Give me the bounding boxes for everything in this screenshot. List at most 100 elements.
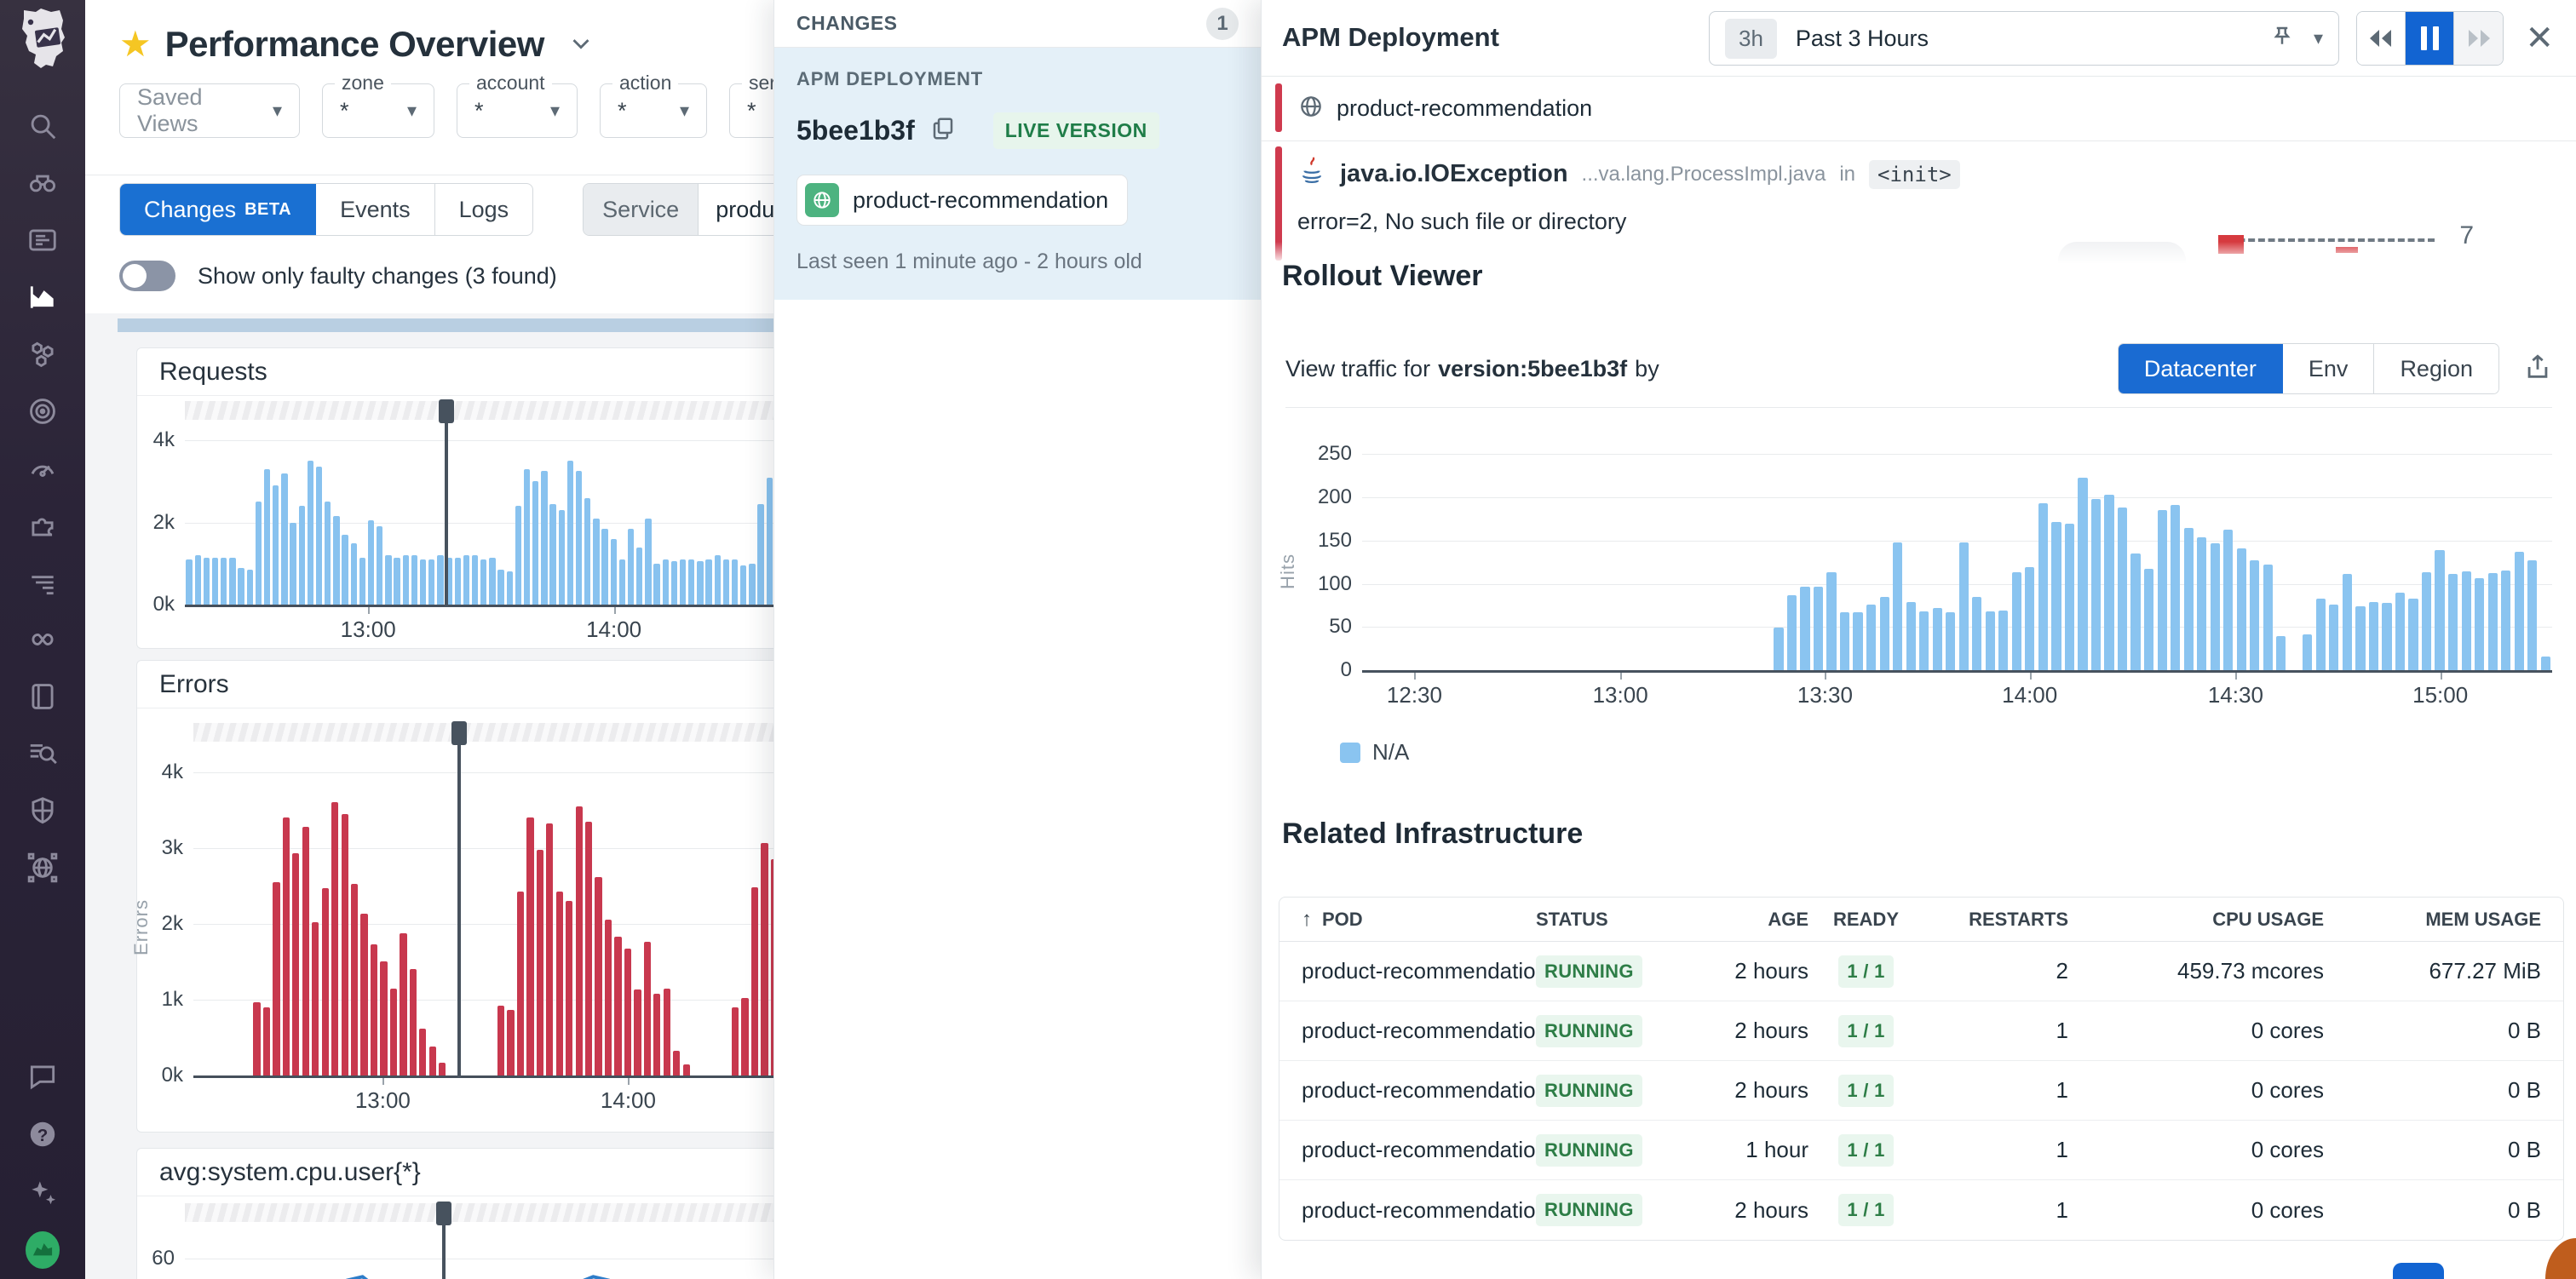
tab-events[interactable]: Events	[316, 184, 435, 235]
version-hash: 5bee1b3f	[796, 115, 915, 146]
chevron-down-icon: ▾	[273, 100, 282, 122]
svg-text:?: ?	[37, 1126, 49, 1145]
datadog-logo[interactable]	[14, 7, 72, 72]
event-marker-handle[interactable]	[439, 399, 454, 423]
pin-icon[interactable]	[2269, 24, 2295, 54]
time-range-picker[interactable]: 3h Past 3 Hours ▾	[1709, 11, 2339, 66]
app-sidebar: ?	[0, 0, 85, 1279]
requests-chart[interactable]: 0k2k4k13:0014:00	[137, 401, 808, 648]
toggle-region[interactable]: Region	[2374, 344, 2498, 393]
cpu-chart[interactable]: 60	[137, 1203, 808, 1279]
column-header-cpu-usage[interactable]: CPU USAGE	[2068, 909, 2324, 931]
live-version-badge: LIVE VERSION	[993, 112, 1159, 149]
event-marker-handle[interactable]	[451, 721, 467, 745]
faulty-changes-toggle[interactable]	[119, 261, 175, 291]
service-pill[interactable]: product-recommendation	[796, 175, 1128, 226]
panel-title: APM Deployment	[1282, 22, 1499, 53]
table-row[interactable]: product-recommendation-8669f4...RUNNING1…	[1279, 1121, 2563, 1180]
sidebar-item-integrations[interactable]	[26, 508, 60, 542]
export-icon[interactable]	[2523, 353, 2552, 386]
errors-chart[interactable]: 0k1k2k3k4k13:0014:00	[137, 723, 808, 1132]
chevron-down-icon: ▾	[550, 100, 560, 122]
status-badge: RUNNING	[1536, 955, 1642, 988]
cpu-chart-card: avg:system.cpu.user{*} 60	[136, 1148, 809, 1279]
chart-title: Errors	[137, 661, 808, 708]
table-row[interactable]: product-recommendation-8669f4...RUNNING2…	[1279, 1180, 2563, 1240]
table-header: ↑PODSTATUSAGEREADYRESTARTSCPU USAGEMEM U…	[1279, 898, 2563, 942]
column-header-age[interactable]: AGE	[1685, 909, 1808, 931]
status-badge: RUNNING	[1536, 1194, 1642, 1226]
column-header-pod[interactable]: ↑POD	[1302, 908, 1536, 932]
copy-icon[interactable]	[930, 116, 956, 146]
chart-title: Requests	[137, 348, 808, 396]
rewind-button[interactable]	[2357, 12, 2406, 65]
table-row[interactable]: product-recommendation-8669f4...RUNNING2…	[1279, 1001, 2563, 1061]
sidebar-item-network[interactable]	[26, 851, 60, 885]
column-header-ready[interactable]: READY	[1808, 909, 1923, 931]
sidebar-item-ci-pipelines[interactable]	[26, 622, 60, 657]
chart-legend[interactable]: N/A	[1340, 739, 1409, 766]
sidebar-item-help[interactable]: ?	[26, 1117, 60, 1151]
filter-zone[interactable]: zone * ▾	[322, 83, 434, 138]
saved-views-dropdown[interactable]: Saved Views ▾	[119, 83, 300, 138]
deploy-marker-band	[193, 723, 808, 742]
filter-action[interactable]: action * ▾	[600, 83, 707, 138]
table-row[interactable]: product-recommendation-8669f4...RUNNING2…	[1279, 942, 2563, 1001]
status-badge: 1 / 1	[1838, 1134, 1893, 1167]
table-row[interactable]: product-recommendation-8669f4...RUNNING2…	[1279, 1061, 2563, 1121]
sidebar-item-feedback[interactable]	[26, 1059, 60, 1093]
sidebar-item-infrastructure[interactable]	[26, 337, 60, 371]
pause-button[interactable]	[2406, 12, 2454, 65]
apm-deployment-card[interactable]: APM DEPLOYMENT 5bee1b3f LIVE VERSION pro…	[774, 48, 1261, 300]
deploy-marker-band	[185, 1203, 808, 1222]
filter-account[interactable]: account * ▾	[457, 83, 578, 138]
toggle-datacenter[interactable]: Datacenter	[2119, 344, 2283, 393]
sidebar-item-watchdog[interactable]	[26, 166, 60, 200]
partial-blue-button[interactable]	[2393, 1263, 2444, 1279]
chevron-down-icon: ▾	[680, 100, 689, 122]
datadog-app: ★ Performance Overview Saved Views ▾ zon…	[0, 0, 2576, 1279]
sidebar-item-log-explorer[interactable]	[26, 737, 60, 771]
column-header-restarts[interactable]: RESTARTS	[1923, 909, 2068, 931]
sidebar-item-notebooks[interactable]	[26, 680, 60, 714]
status-badge: RUNNING	[1536, 1134, 1642, 1167]
user-avatar[interactable]	[26, 1233, 60, 1267]
column-header-mem-usage[interactable]: MEM USAGE	[2324, 909, 2541, 931]
time-range-chip: 3h	[1725, 19, 1777, 59]
exception-method-chip: <init>	[1869, 160, 1960, 189]
chevron-down-icon[interactable]: ▾	[2314, 27, 2323, 49]
chart-title: avg:system.cpu.user{*}	[137, 1149, 808, 1196]
service-row[interactable]: product-recommendation	[1262, 77, 2576, 141]
event-marker[interactable]	[457, 723, 461, 1078]
beta-badge: BETA	[244, 200, 291, 220]
sidebar-item-security[interactable]	[26, 794, 60, 828]
column-header-status[interactable]: STATUS	[1536, 909, 1685, 931]
status-badge: RUNNING	[1536, 1015, 1642, 1047]
time-playback-controls	[2356, 11, 2504, 66]
tab-logs[interactable]: Logs	[435, 184, 533, 235]
sidebar-item-metrics[interactable]	[26, 280, 60, 314]
sidebar-item-monitors[interactable]	[26, 451, 60, 485]
sidebar-item-apm[interactable]	[26, 394, 60, 428]
title-chevron-down-icon[interactable]	[566, 28, 595, 61]
close-icon[interactable]: ✕	[2525, 19, 2554, 58]
sidebar-item-search[interactable]	[26, 109, 60, 143]
event-marker[interactable]	[445, 401, 448, 607]
exception-class: java.io.IOException	[1340, 160, 1568, 188]
legend-label: N/A	[1372, 739, 1409, 766]
favorite-star-icon[interactable]: ★	[119, 26, 152, 62]
tab-changes[interactable]: Changes BETA	[120, 184, 316, 235]
event-marker[interactable]	[442, 1203, 446, 1279]
sidebar-item-events[interactable]	[26, 223, 60, 257]
view-tabs: Changes BETA Events Logs	[119, 183, 533, 236]
service-globe-icon	[805, 183, 839, 217]
corner-mascot	[2545, 1238, 2576, 1279]
sidebar-item-bits-ai[interactable]	[26, 1175, 60, 1209]
toggle-env[interactable]: Env	[2283, 344, 2375, 393]
fast-forward-button[interactable]	[2454, 12, 2503, 65]
sidebar-item-logs[interactable]	[26, 565, 60, 599]
rollout-traffic-chart[interactable]: Hits 05010015020025012:3013:0013:3014:00…	[1296, 424, 2552, 718]
event-marker-handle[interactable]	[436, 1202, 451, 1225]
status-badge: 1 / 1	[1838, 955, 1893, 988]
faulty-changes-label: Show only faulty changes (3 found)	[198, 263, 557, 290]
